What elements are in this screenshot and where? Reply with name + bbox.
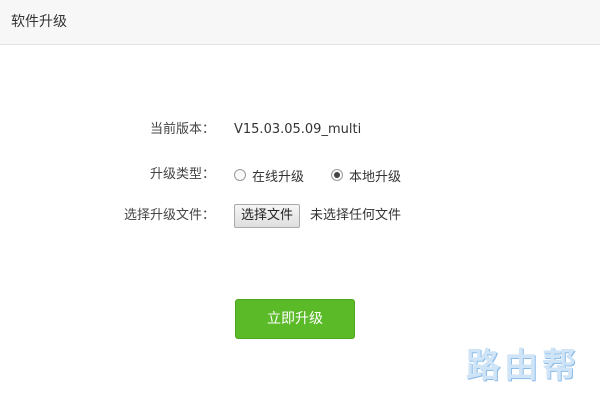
page-header: 软件升级 [0, 0, 600, 45]
online-upgrade-radio[interactable]: 在线升级 [234, 167, 305, 185]
upgrade-file-row: 选择升级文件： 选择文件 未选择任何文件 [0, 204, 600, 228]
current-version-value: V15.03.05.09_multi [234, 122, 362, 137]
online-upgrade-radio-circle[interactable] [234, 169, 246, 181]
online-upgrade-label: 在线升级 [252, 169, 305, 185]
software-upgrade-page: 软件升级 当前版本： V15.03.05.09_multi 升级类型： 在线升级… [0, 0, 600, 400]
upgrade-type-label: 升级类型： [149, 167, 215, 182]
choose-file-button[interactable]: 选择文件 [234, 204, 301, 228]
page-title: 软件升级 [11, 14, 67, 30]
current-version-row: 当前版本： V15.03.05.09_multi [0, 118, 600, 142]
file-status-text: 未选择任何文件 [310, 208, 402, 223]
upgrade-type-row: 升级类型： 在线升级 本地升级 [0, 163, 600, 187]
local-upgrade-radio-circle[interactable] [331, 169, 343, 181]
local-upgrade-label: 本地升级 [349, 169, 402, 185]
local-upgrade-radio[interactable]: 本地升级 [331, 167, 402, 185]
watermark-logo: 路由帮 [466, 346, 580, 386]
upgrade-now-button[interactable]: 立即升级 [235, 299, 355, 339]
current-version-label: 当前版本： [149, 122, 215, 137]
upgrade-file-label: 选择升级文件： [123, 208, 215, 223]
